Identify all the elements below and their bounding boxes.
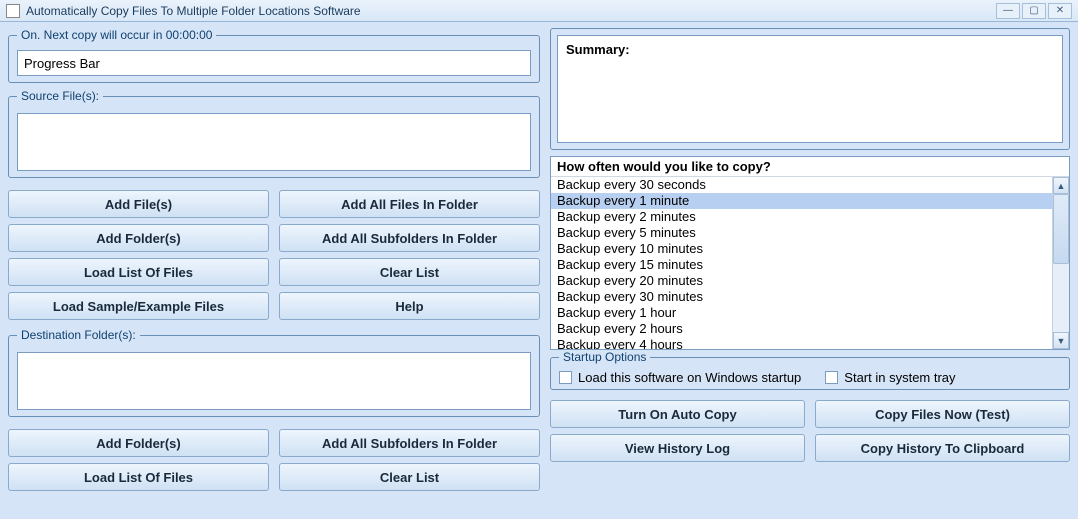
close-button[interactable]: ✕ (1048, 3, 1072, 19)
add-folders-button[interactable]: Add Folder(s) (8, 224, 269, 252)
dest-add-all-subfolders-button[interactable]: Add All Subfolders In Folder (279, 429, 540, 457)
how-often-item[interactable]: Backup every 30 seconds (551, 177, 1052, 193)
how-often-item[interactable]: Backup every 4 hours (551, 337, 1052, 349)
dest-clear-list-button[interactable]: Clear List (279, 463, 540, 491)
dest-load-list-button[interactable]: Load List Of Files (8, 463, 269, 491)
help-button[interactable]: Help (279, 292, 540, 320)
copy-history-to-clipboard-button[interactable]: Copy History To Clipboard (815, 434, 1070, 462)
load-on-startup-label: Load this software on Windows startup (578, 370, 801, 385)
destination-folders-list[interactable] (17, 352, 531, 410)
window-title: Automatically Copy Files To Multiple Fol… (26, 4, 994, 18)
dest-add-folders-button[interactable]: Add Folder(s) (8, 429, 269, 457)
load-list-of-files-button[interactable]: Load List Of Files (8, 258, 269, 286)
start-in-tray-checkbox[interactable]: Start in system tray (825, 370, 955, 385)
how-often-item[interactable]: Backup every 10 minutes (551, 241, 1052, 257)
startup-legend: Startup Options (559, 350, 650, 364)
load-sample-files-button[interactable]: Load Sample/Example Files (8, 292, 269, 320)
add-files-button[interactable]: Add File(s) (8, 190, 269, 218)
scrollbar[interactable]: ▲ ▼ (1052, 177, 1069, 349)
source-files-list[interactable] (17, 113, 531, 171)
add-all-files-in-folder-button[interactable]: Add All Files In Folder (279, 190, 540, 218)
how-often-item[interactable]: Backup every 5 minutes (551, 225, 1052, 241)
how-often-item[interactable]: Backup every 15 minutes (551, 257, 1052, 273)
minimize-button[interactable]: — (996, 3, 1020, 19)
how-often-items[interactable]: Backup every 30 secondsBackup every 1 mi… (551, 177, 1052, 349)
how-often-item[interactable]: Backup every 1 minute (551, 193, 1052, 209)
summary-box: Summary: (557, 35, 1063, 143)
app-icon (6, 4, 20, 18)
source-files-group: Source File(s): (8, 89, 540, 178)
maximize-button[interactable]: ▢ (1022, 3, 1046, 19)
status-group: On. Next copy will occur in 00:00:00 (8, 28, 540, 83)
how-often-item[interactable]: Backup every 2 hours (551, 321, 1052, 337)
summary-group: Summary: (550, 28, 1070, 150)
scroll-up-icon[interactable]: ▲ (1053, 177, 1069, 194)
scroll-thumb[interactable] (1053, 194, 1069, 264)
turn-on-auto-copy-button[interactable]: Turn On Auto Copy (550, 400, 805, 428)
how-often-item[interactable]: Backup every 30 minutes (551, 289, 1052, 305)
startup-options-group: Startup Options Load this software on Wi… (550, 350, 1070, 390)
status-legend: On. Next copy will occur in 00:00:00 (17, 28, 216, 42)
copy-files-now-button[interactable]: Copy Files Now (Test) (815, 400, 1070, 428)
scroll-down-icon[interactable]: ▼ (1053, 332, 1069, 349)
how-often-item[interactable]: Backup every 1 hour (551, 305, 1052, 321)
summary-label: Summary: (566, 42, 630, 57)
clear-list-button[interactable]: Clear List (279, 258, 540, 286)
titlebar: Automatically Copy Files To Multiple Fol… (0, 0, 1078, 22)
load-on-startup-checkbox[interactable]: Load this software on Windows startup (559, 370, 801, 385)
checkbox-icon (559, 371, 572, 384)
how-often-item[interactable]: Backup every 2 minutes (551, 209, 1052, 225)
how-often-list: How often would you like to copy? Backup… (550, 156, 1070, 350)
source-legend: Source File(s): (17, 89, 103, 103)
how-often-header: How often would you like to copy? (551, 157, 1069, 177)
progress-bar-field[interactable] (17, 50, 531, 76)
start-in-tray-label: Start in system tray (844, 370, 955, 385)
view-history-log-button[interactable]: View History Log (550, 434, 805, 462)
destination-folders-group: Destination Folder(s): (8, 328, 540, 417)
checkbox-icon (825, 371, 838, 384)
add-all-subfolders-button[interactable]: Add All Subfolders In Folder (279, 224, 540, 252)
destination-legend: Destination Folder(s): (17, 328, 140, 342)
how-often-item[interactable]: Backup every 20 minutes (551, 273, 1052, 289)
